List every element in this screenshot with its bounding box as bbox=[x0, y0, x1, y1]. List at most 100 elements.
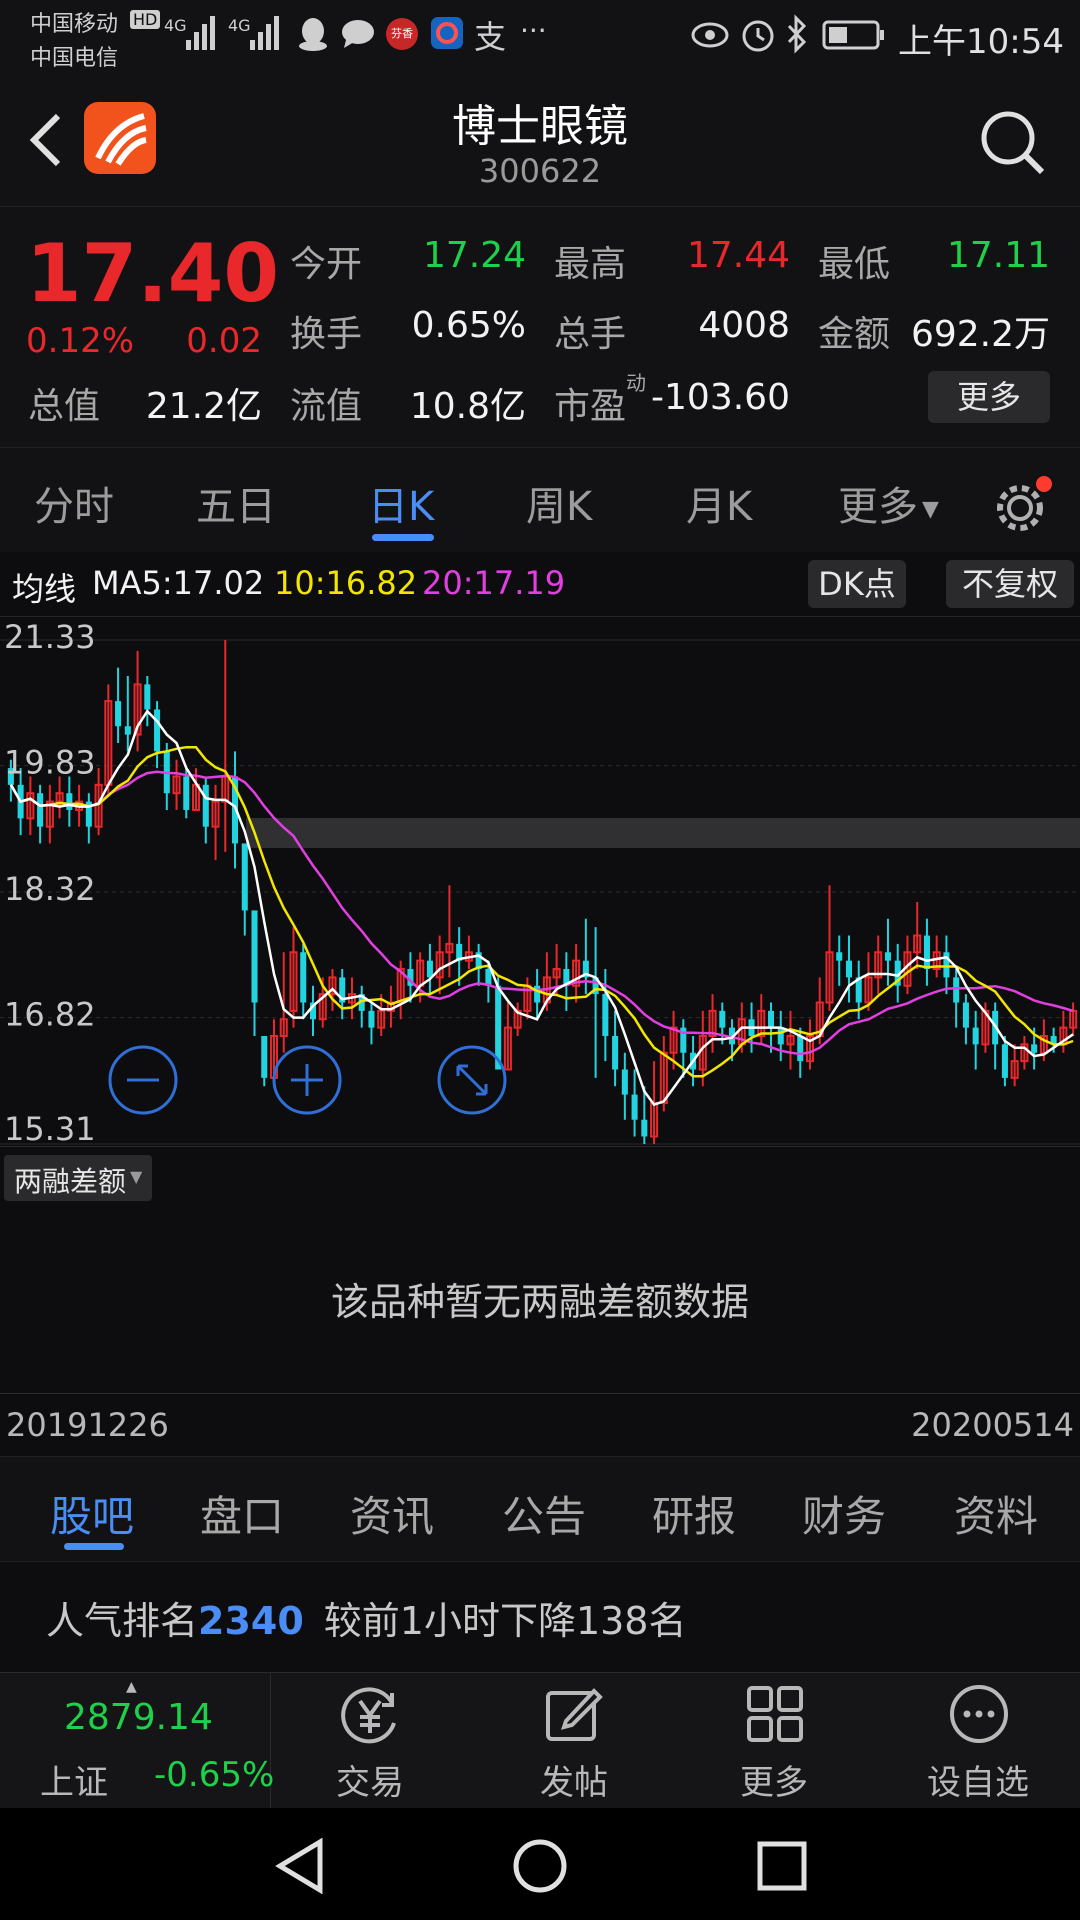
signal-icon-2 bbox=[250, 16, 279, 50]
candle-body bbox=[300, 952, 307, 1003]
tab-finance[interactable]: 财务 bbox=[802, 1483, 886, 1544]
fullscreen-expand-icon[interactable] bbox=[437, 1045, 507, 1115]
margin-trading-panel: 两融差额 ▼ 该品种暂无两融差额数据 bbox=[0, 1146, 1080, 1394]
candle-body bbox=[66, 793, 73, 810]
alarm-icon bbox=[742, 20, 774, 52]
trade-label: 交易 bbox=[336, 1763, 404, 1803]
y-tick-label: 18.32 bbox=[4, 870, 96, 908]
info-tabs: 股吧 盘口 资讯 公告 研报 财务 资料 bbox=[0, 1456, 1080, 1562]
high-price: 17.44 bbox=[686, 235, 790, 276]
fenxiang-app-icon: 芬香 bbox=[386, 18, 418, 50]
status-time: 上午10:54 bbox=[898, 22, 1064, 62]
nav-recents-icon[interactable] bbox=[756, 1840, 808, 1892]
system-nav-bar bbox=[0, 1808, 1080, 1920]
turnover-rate: 0.65% bbox=[411, 305, 526, 346]
tab-news[interactable]: 资讯 bbox=[350, 1483, 434, 1544]
qq-icon bbox=[299, 18, 327, 51]
candle-body bbox=[602, 994, 609, 1036]
nav-home-icon[interactable] bbox=[512, 1838, 568, 1894]
battery-icon bbox=[822, 20, 884, 50]
candle-body bbox=[261, 1036, 268, 1078]
quote-panel: 17.40 0.12% 0.02 总值 21.2亿 今开 17.24 最高 17… bbox=[0, 207, 1080, 447]
zoom-out-button[interactable] bbox=[108, 1045, 178, 1115]
candle-body bbox=[631, 1094, 638, 1120]
candle-body bbox=[777, 1027, 784, 1045]
bottom-toolbar: ▲ 2879.14 上证 -0.65% 交易 发帖 更多 设自选 bbox=[0, 1672, 1080, 1809]
tab-announcements[interactable]: 公告 bbox=[502, 1483, 586, 1544]
volume-label: 总手 bbox=[554, 314, 627, 355]
ma20-value: 20:17.19 bbox=[422, 564, 566, 602]
popularity-rank-row[interactable]: 人气排名2340 较前1小时下降138名 bbox=[46, 1590, 687, 1645]
candle-body bbox=[641, 1119, 648, 1137]
carrier-2: 中国电信 bbox=[30, 46, 119, 71]
more-quote-button[interactable]: 更多 bbox=[928, 371, 1050, 423]
candle-body bbox=[37, 793, 44, 827]
chart-end-date: 20200514 bbox=[911, 1406, 1074, 1444]
low-price: 17.11 bbox=[946, 235, 1050, 276]
ma5-line bbox=[9, 709, 1074, 1107]
ma-indicator-row: 均线 MA5:17.02 10:16.82 20:17.19 DK点 不复权 bbox=[0, 552, 1080, 617]
margin-indicator-selector[interactable]: 两融差额 ▼ bbox=[4, 1155, 152, 1201]
more-label: 更多 bbox=[740, 1763, 808, 1803]
open-label: 今开 bbox=[290, 244, 363, 285]
status-bar: 中国移动 中国电信 HD 4G 4G 芬香 支 ··· 上午10:54 bbox=[0, 0, 1080, 72]
candle-body bbox=[836, 952, 843, 961]
candle-body bbox=[1031, 1044, 1038, 1053]
y-tick-label: 19.83 bbox=[4, 744, 96, 782]
candle-body bbox=[368, 1010, 375, 1028]
ma-label: 均线 bbox=[12, 570, 77, 608]
candle-body bbox=[621, 1069, 628, 1095]
candle-body bbox=[183, 776, 190, 810]
tab-more[interactable]: 更多 ▼ bbox=[838, 474, 939, 532]
index-ticker[interactable]: ▲ 2879.14 上证 -0.65% bbox=[0, 1673, 274, 1809]
tab-profile[interactable]: 资料 bbox=[954, 1483, 1038, 1544]
tab-monthly-k[interactable]: 月K bbox=[686, 474, 752, 532]
amount: 692.2万 bbox=[910, 314, 1050, 355]
y-tick-label: 15.31 bbox=[4, 1110, 96, 1146]
pe-label: 市盈 bbox=[554, 386, 627, 427]
more-button[interactable]: 更多 bbox=[694, 1673, 854, 1809]
y-tick-label: 21.33 bbox=[4, 618, 96, 656]
candle-body bbox=[241, 843, 248, 911]
change-percent: 0.12% bbox=[26, 321, 135, 361]
candle-body bbox=[251, 910, 258, 1003]
ma-lines-layer bbox=[9, 709, 1074, 1107]
active-tab-indicator bbox=[372, 534, 434, 541]
grid-menu-icon bbox=[747, 1686, 803, 1742]
low-label: 最低 bbox=[818, 244, 891, 285]
adjust-mode-button[interactable]: 不复权 bbox=[946, 560, 1074, 608]
tab-weekly-k[interactable]: 周K bbox=[526, 474, 592, 532]
tab-research[interactable]: 研报 bbox=[652, 1483, 736, 1544]
tab-guba[interactable]: 股吧 bbox=[50, 1483, 134, 1544]
chart-start-date: 20191226 bbox=[6, 1406, 169, 1444]
candle-body bbox=[144, 684, 151, 710]
total-value-label: 总值 bbox=[28, 386, 101, 427]
float-value-label: 流值 bbox=[290, 386, 363, 427]
resistance-band bbox=[246, 818, 1080, 848]
popularity-rank: 2340 bbox=[198, 1599, 304, 1643]
candle-body bbox=[124, 726, 131, 735]
stock-name: 博士眼镜 bbox=[452, 101, 628, 152]
open-price: 17.24 bbox=[422, 235, 526, 276]
caret-up-icon: ▲ bbox=[126, 1679, 137, 1695]
tab-intraday[interactable]: 分时 bbox=[34, 474, 114, 532]
popularity-change: 较前1小时下降138名 bbox=[323, 1599, 687, 1643]
float-value: 10.8亿 bbox=[409, 386, 526, 427]
tab-order-book[interactable]: 盘口 bbox=[200, 1483, 284, 1544]
zoom-in-button[interactable] bbox=[272, 1045, 342, 1115]
wechat-icon bbox=[342, 20, 374, 48]
tab-daily-k[interactable]: 日K bbox=[368, 474, 434, 532]
y-tick-labels: 21.33 19.83 18.32 16.82 15.31 bbox=[4, 618, 96, 1146]
settings-gear-icon[interactable] bbox=[992, 476, 1052, 536]
dk-point-button[interactable]: DK点 bbox=[808, 560, 906, 608]
nav-back-icon[interactable] bbox=[274, 1838, 326, 1894]
ma5-value: MA5:17.02 bbox=[92, 564, 265, 602]
trade-button[interactable]: 交易 bbox=[290, 1673, 450, 1809]
add-watchlist-button[interactable]: 设自选 bbox=[898, 1673, 1058, 1809]
candle-body bbox=[485, 969, 492, 986]
post-button[interactable]: 发帖 bbox=[494, 1673, 654, 1809]
candle-body bbox=[534, 985, 541, 1003]
search-icon[interactable] bbox=[978, 108, 1048, 178]
kline-chart[interactable]: 21.33 19.83 18.32 16.82 15.31 bbox=[0, 616, 1080, 1146]
tab-five-day[interactable]: 五日 bbox=[196, 474, 276, 532]
